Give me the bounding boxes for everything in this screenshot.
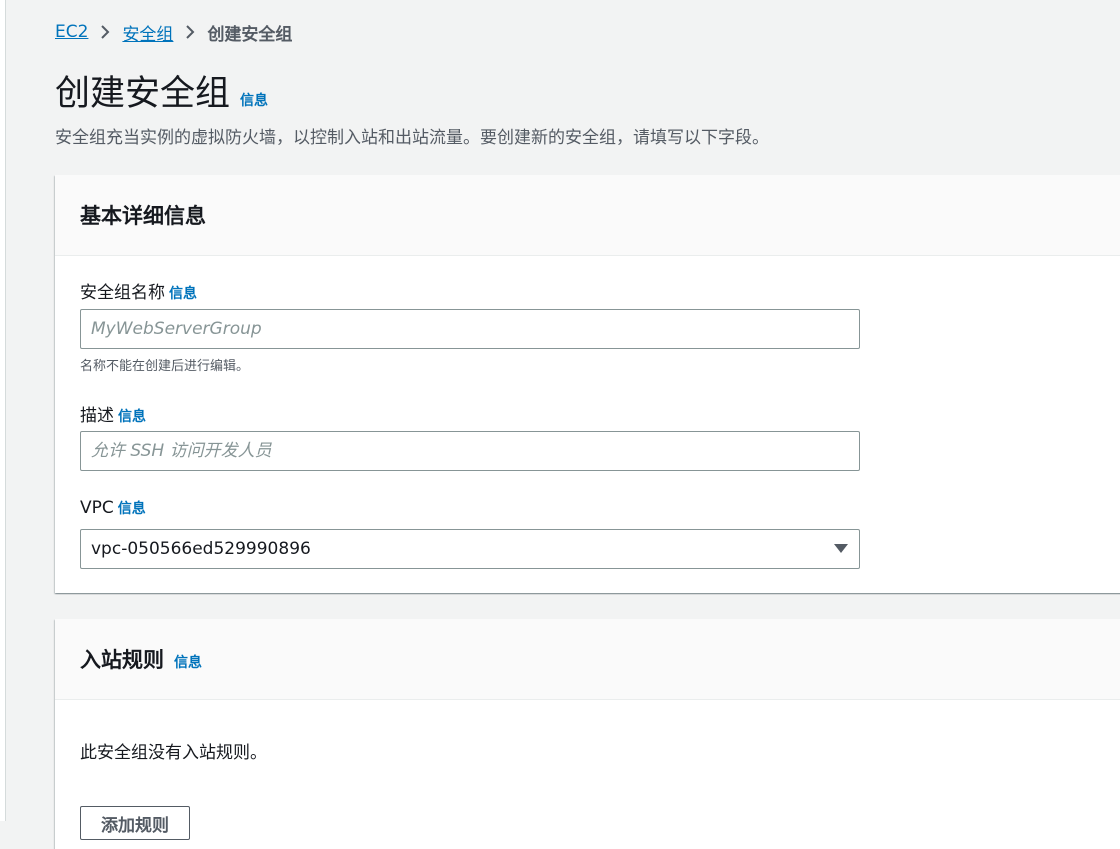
vpc-info-link[interactable]: 信息 [118,498,146,518]
inbound-rules-panel: 入站规则 信息 此安全组没有入站规则。 添加规则 [55,619,1120,849]
basic-details-title: 基本详细信息 [80,204,206,228]
title-row: 创建安全组 信息 [55,72,268,116]
left-nav-edge [0,0,6,821]
chevron-right-icon [88,22,122,42]
description-label-text: 描述 [80,406,114,426]
vpc-select-value: vpc-050566ed529990896 [91,539,311,559]
inbound-rules-info-link[interactable]: 信息 [174,652,202,672]
breadcrumb-ec2[interactable]: EC2 [55,22,88,42]
breadcrumb-security-groups[interactable]: 安全组 [122,20,173,45]
page-description: 安全组充当实例的虚拟防火墙，以控制入站和出站流量。要创建新的安全组，请填写以下字… [55,128,769,148]
caret-down-icon [833,539,849,559]
sg-name-input[interactable] [80,309,860,349]
vpc-label: VPC 信息 [80,498,146,518]
inbound-rules-empty-message: 此安全组没有入站规则。 [80,743,267,763]
basic-details-header: 基本详细信息 [55,175,1120,256]
description-info-link[interactable]: 信息 [118,406,146,426]
inbound-rules-header: 入站规则 信息 [55,619,1120,700]
vpc-label-text: VPC [80,498,114,518]
chevron-right-icon [173,22,207,42]
basic-details-panel: 基本详细信息 安全组名称 信息 名称不能在创建后进行编辑。 描述 信息 VPC … [55,175,1120,593]
title-info-link[interactable]: 信息 [240,90,268,110]
sg-name-hint: 名称不能在创建后进行编辑。 [80,359,250,374]
sg-name-label-text: 安全组名称 [80,283,165,303]
description-input[interactable] [80,431,860,471]
breadcrumb: EC2 安全组 创建安全组 [55,20,293,45]
add-rule-button[interactable]: 添加规则 [80,806,190,840]
sg-name-info-link[interactable]: 信息 [169,283,197,303]
inbound-rules-title: 入站规则 [80,648,164,672]
page-title: 创建安全组 [55,74,231,114]
sg-name-label: 安全组名称 信息 [80,278,197,303]
breadcrumb-current: 创建安全组 [207,24,293,45]
vpc-select[interactable]: vpc-050566ed529990896 [80,529,860,569]
description-label: 描述 信息 [80,401,146,426]
